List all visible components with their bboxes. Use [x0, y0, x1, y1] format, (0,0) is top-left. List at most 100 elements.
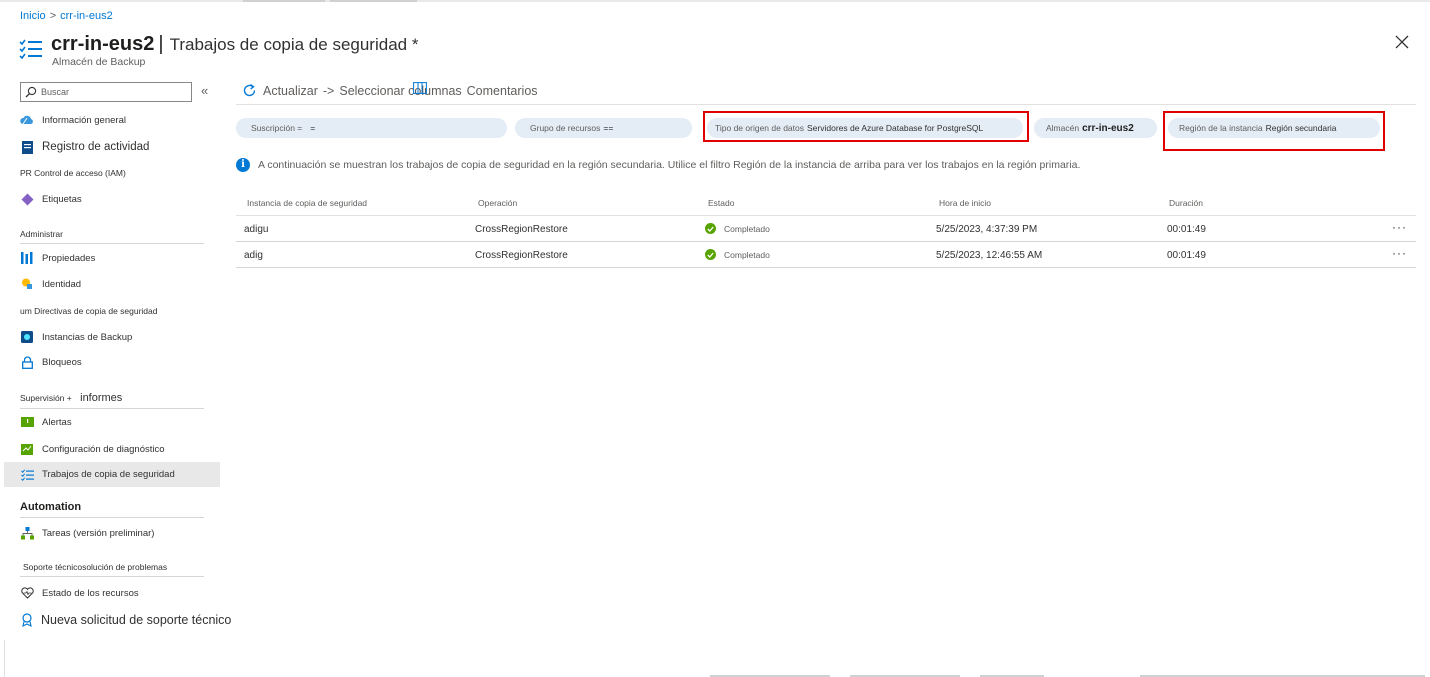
- filter-resource-group[interactable]: Grupo de recursos ==: [515, 118, 692, 138]
- sidebar-item-label: Nueva solicitud de soporte técnico: [41, 613, 232, 627]
- filter-subscription[interactable]: Suscripción = =: [236, 118, 507, 138]
- search-input[interactable]: [41, 85, 187, 99]
- sidebar-item-alerts[interactable]: Alertas: [4, 410, 220, 434]
- search-icon: [25, 86, 37, 98]
- search-box[interactable]: [20, 82, 192, 102]
- sidebar-item-iam[interactable]: PR Control de acceso (IAM): [20, 168, 126, 178]
- column-header-operation[interactable]: Operación: [478, 198, 517, 208]
- sidebar-item-label: Trabajos de copia de seguridad: [42, 469, 175, 480]
- support-icon: [20, 613, 34, 627]
- section-header-monitoring: Supervisión + informes: [20, 392, 204, 409]
- sidebar-item-backup-policies[interactable]: um Directivas de copia de seguridad: [20, 306, 158, 316]
- table-row[interactable]: adigu CrossRegionRestore Completado 5/25…: [236, 216, 1416, 242]
- info-banner: i A continuación se muestran los trabajo…: [236, 158, 1080, 172]
- collapse-sidebar-button[interactable]: «: [201, 83, 208, 98]
- page-caption: Almacén de Backup: [52, 56, 146, 68]
- table-row[interactable]: adig CrossRegionRestore Completado 5/25/…: [236, 242, 1416, 268]
- refresh-button[interactable]: Actualizar: [263, 84, 318, 98]
- cell-operation: CrossRegionRestore: [475, 250, 568, 261]
- column-header-duration[interactable]: Duración: [1169, 198, 1203, 208]
- refresh-icon[interactable]: [242, 83, 257, 98]
- breadcrumb: Inicio > crr-in-eus2: [20, 10, 113, 22]
- highlight-box: [703, 111, 1029, 142]
- section-header-monitoring-extra: informes: [80, 392, 123, 404]
- cell-start-time: 5/25/2023, 4:37:39 PM: [936, 224, 1038, 235]
- cell-duration: 00:01:49: [1167, 250, 1206, 261]
- command-arrow: ->: [322, 83, 335, 98]
- info-icon: i: [236, 158, 250, 172]
- heart-icon: [20, 586, 34, 600]
- sidebar-item-label: Tareas (versión preliminar): [42, 527, 155, 539]
- top-loading-strip: [0, 0, 1430, 2]
- status-text: Completado: [724, 249, 770, 260]
- sidebar-item-resource-health[interactable]: Estado de los recursos: [4, 581, 220, 605]
- column-header-instance[interactable]: Instancia de copia de seguridad: [247, 198, 367, 208]
- select-columns-button[interactable]: Seleccionar columnas: [339, 84, 461, 98]
- identity-icon: [20, 277, 34, 291]
- filter-vault[interactable]: Almacén crr-in-eus2: [1034, 118, 1157, 138]
- highlight-box: [1163, 111, 1385, 151]
- row-more-button[interactable]: ···: [1392, 220, 1407, 234]
- backup-jobs-icon: [19, 39, 42, 60]
- page-title-divider: |: [158, 33, 164, 55]
- breadcrumb-current-link[interactable]: crr-in-eus2: [60, 10, 113, 22]
- sidebar-item-label: Estado de los recursos: [42, 587, 139, 599]
- sidebar-item-label: Alertas: [42, 416, 72, 428]
- cell-status: Completado: [705, 249, 770, 260]
- cell-operation: CrossRegionRestore: [475, 224, 568, 235]
- columns-icon: [413, 82, 427, 94]
- section-header-support: Soporte técnicosolución de problemas: [20, 562, 204, 577]
- diagnostic-icon: [20, 442, 34, 456]
- sidebar-item-label: Propiedades: [42, 252, 96, 264]
- close-button[interactable]: [1393, 33, 1411, 51]
- success-check-icon: [705, 223, 716, 234]
- sidebar-item-identity[interactable]: Identidad: [4, 272, 220, 296]
- page-title: crr-in-eus2 | Trabajos de copia de segurid…: [51, 33, 418, 56]
- cell-duration: 00:01:49: [1167, 224, 1206, 235]
- sidebar-item-overview[interactable]: Información general: [4, 108, 220, 132]
- command-bar: Actualizar -> Seleccionar columnas Comen…: [242, 83, 538, 98]
- sidebar-item-properties[interactable]: Propiedades: [4, 246, 220, 270]
- lock-icon: [20, 355, 34, 369]
- section-header-monitoring-label: Supervisión +: [20, 393, 72, 403]
- close-icon: [1395, 35, 1409, 49]
- command-bar-divider: [236, 104, 1416, 105]
- row-more-button[interactable]: ···: [1392, 246, 1407, 260]
- sidebar-item-label: Etiquetas: [42, 193, 82, 205]
- filter-value: ==: [603, 123, 614, 133]
- cell-instance[interactable]: adigu: [244, 224, 268, 235]
- sidebar-item-label: Instancias de Backup: [42, 331, 133, 343]
- log-icon: [20, 140, 34, 154]
- cell-instance[interactable]: adig: [244, 250, 263, 261]
- breadcrumb-home-link[interactable]: Inicio: [20, 10, 46, 22]
- filter-value: crr-in-eus2: [1082, 122, 1134, 134]
- backup-instance-icon: [20, 330, 34, 344]
- sidebar-item-backup-instances[interactable]: Instancias de Backup: [4, 325, 220, 349]
- cell-status: Completado: [705, 223, 770, 234]
- cloud-icon: [20, 113, 34, 127]
- page-title-resource: crr-in-eus2: [51, 33, 155, 55]
- page-title-blade: Trabajos de copia de seguridad *: [169, 35, 419, 54]
- sidebar-item-tags[interactable]: Etiquetas: [4, 187, 220, 211]
- tag-icon: [20, 192, 34, 206]
- sidebar-item-new-support-request[interactable]: Nueva solicitud de soporte técnico: [4, 608, 231, 632]
- jobs-icon: [20, 468, 34, 482]
- sidebar-item-label: Configuración de diagnóstico: [42, 443, 165, 455]
- column-header-status[interactable]: Estado: [708, 198, 734, 208]
- sidebar-item-label: Información general: [42, 114, 126, 126]
- sidebar-item-backup-jobs[interactable]: Trabajos de copia de seguridad: [4, 462, 220, 487]
- sidebar-item-label: Bloqueos: [42, 356, 82, 368]
- section-header-admin: Administrar: [20, 229, 204, 244]
- filter-label: Suscripción =: [251, 123, 303, 133]
- breadcrumb-separator: >: [49, 10, 57, 22]
- sidebar-item-diagnostics[interactable]: Configuración de diagnóstico: [4, 437, 220, 461]
- sidebar-item-tasks[interactable]: Tareas (versión preliminar): [4, 521, 220, 545]
- sidebar-item-activity-log[interactable]: Registro de actividad: [4, 135, 220, 159]
- cell-start-time: 5/25/2023, 12:46:55 AM: [936, 250, 1043, 261]
- status-text: Completado: [724, 223, 770, 234]
- sidebar-edge: [4, 640, 5, 677]
- feedback-button[interactable]: Comentarios: [467, 84, 538, 98]
- sidebar-item-locks[interactable]: Bloqueos: [4, 350, 220, 374]
- column-header-start-time[interactable]: Hora de inicio: [939, 198, 991, 208]
- tasks-icon: [20, 526, 34, 540]
